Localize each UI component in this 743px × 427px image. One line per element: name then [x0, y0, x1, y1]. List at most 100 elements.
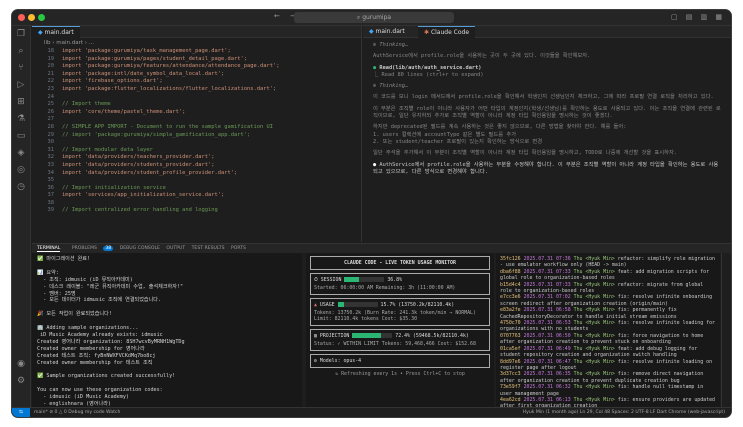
terminal-output[interactable]: ✅ 마이그레이션 완료! 📊 요약: - 조직: idmusic (iD 뮤직아… [32, 253, 302, 409]
extensions-icon[interactable]: ⊞ [12, 94, 30, 111]
code-line[interactable]: 39 // Import centralized error handling a… [32, 207, 361, 215]
monitor-title: CLAUDE CODE - LIVE TOKEN USAGE MONITOR [310, 256, 490, 270]
terminal-list[interactable] [721, 253, 731, 409]
code-line[interactable]: 36 // Import initialization service [32, 185, 361, 193]
code-line[interactable]: 37 import 'services/app_initialization_se… [32, 192, 361, 200]
close-window-button[interactable] [18, 14, 25, 21]
commit-author: Thu <Hyuk Min> [573, 396, 618, 403]
tab-problems[interactable]: PROBLEMS 38 [67, 246, 114, 251]
gear-icon[interactable]: ⚙ [12, 373, 30, 390]
code-line[interactable]: 32 import 'data/providers/teachers_provid… [32, 154, 361, 162]
code-line[interactable]: 18 import 'package:gurumiya/task_manageme… [32, 48, 361, 56]
status-right[interactable]: Hyuk Min (1 month ago) Ln 29, Col 48 Spa… [523, 408, 725, 417]
line-number: 22 [47, 78, 55, 85]
testing-icon[interactable]: ⚗ [12, 111, 30, 128]
monitor-footer: ↻ Refreshing every 1s • Press Ctrl+C to … [335, 371, 465, 377]
code-line[interactable]: 23 import 'package:flutter_localizations/… [32, 86, 361, 94]
code-line[interactable]: 25 // Import theme [32, 101, 361, 109]
assistant-message-text: AuthService에서 profile.role을 사용하는 부분을 수정해… [373, 161, 719, 175]
usage-row: ▲ USAGE 15.7% (13750.2k/82110.4k) [314, 302, 486, 308]
tool-call: ● Read(lib/auth/auth_service.dart) ⎿ Rea… [373, 64, 484, 78]
code-line[interactable]: 29 // import 'package:gurumiya/simple_gam… [32, 132, 361, 140]
line-number: 28 [47, 123, 55, 130]
usage-bar-fill [337, 302, 344, 307]
tab-test-results[interactable]: TEST RESULTS [192, 246, 225, 251]
tab-label: main.dart [44, 29, 74, 36]
tab-debug-console[interactable]: DEBUG CONSOLE [120, 246, 160, 251]
tab-label: main.dart [375, 28, 405, 35]
source-control-icon[interactable]: ⑂ [12, 60, 30, 77]
commit-hash: 3d37cc3 [500, 371, 524, 378]
code-line[interactable]: 24 [32, 94, 361, 102]
code-editor[interactable]: 18 import 'package:gurumiya/task_manageme… [32, 48, 361, 215]
session-bar-fill [344, 277, 360, 282]
commit-time: 2025.07.31 06:49 [523, 345, 574, 352]
commit-row: 3d37cc3 2025.07.31 06:35 Thu <Hyuk Min> … [500, 371, 716, 384]
line-number: 33 [47, 161, 55, 168]
code-line[interactable]: 33 import 'data/providers/students_provid… [32, 162, 361, 170]
run-debug-icon[interactable]: ▷ [12, 77, 30, 94]
code-line[interactable]: 35 [32, 177, 361, 185]
line-number: 39 [47, 207, 55, 214]
tab-terminal[interactable]: TERMINAL [37, 246, 61, 252]
line-number: 31 [47, 146, 55, 153]
code-line[interactable]: 27 [32, 116, 361, 124]
code-text: import 'core/theme/pastel_theme.dart'; [62, 108, 186, 115]
tab-main-dart[interactable]: ◆ main.dart [32, 26, 80, 38]
account-icon[interactable]: ◉ [12, 356, 30, 373]
tab-ports[interactable]: PORTS [231, 246, 246, 251]
git-log[interactable]: 35fc126 2025.07.31 07:36 Thu <Hyuk Min> … [496, 253, 720, 409]
tab-claude-code[interactable]: ✱ Claude Code [418, 26, 476, 38]
commit-author: Thu <Hyuk Min> [573, 358, 618, 365]
tool-result[interactable]: ⎿ Read 80 lines (ctrl+r to expand) [373, 72, 484, 78]
chat-transcript: ✻ Thinking… AuthService에서 profile.role을 … [363, 38, 731, 184]
session-bar [344, 277, 385, 282]
commit-hash: 4ea62cd [500, 396, 524, 403]
code-line[interactable]: 21 import 'package:intl/date_symbol_data_… [32, 71, 361, 79]
line-number: 18 [47, 48, 55, 54]
minimize-window-button[interactable] [28, 14, 35, 21]
thinking-indicator: ✻ Thinking… [373, 42, 409, 48]
line-number: 20 [47, 63, 55, 70]
code-text: // Import theme [62, 101, 111, 108]
usage-box: ▲ USAGE 15.7% (13750.2k/82110.4k) Tokens… [310, 298, 490, 326]
commit-author: Thu <Hyuk Min> [573, 371, 618, 378]
breadcrumb[interactable]: lib › main.dart › ... [32, 38, 361, 48]
usage-bar [337, 302, 378, 307]
remote-indicator[interactable]: ⇆ [12, 408, 30, 417]
tab-main-dart-right[interactable]: ◆ main.dart [363, 26, 411, 38]
code-line[interactable]: 34 import 'data/providers/student_profile… [32, 170, 361, 178]
docker-icon[interactable]: ◈ [12, 145, 30, 162]
commit-author: Thu <Hyuk Min> [573, 332, 618, 339]
remote-icon[interactable]: ▭ [12, 128, 30, 145]
code-line[interactable]: 26 import 'core/theme/pastel_theme.dart'; [32, 109, 361, 117]
code-line[interactable]: 22 import 'firebase_options.dart'; [32, 78, 361, 86]
maximize-window-button[interactable] [38, 14, 45, 21]
commit-row: 73e59f7 2025.07.31 06:32 Thu <Hyuk Min> … [500, 384, 716, 397]
tab-output[interactable]: OUTPUT [166, 246, 185, 251]
layout-icons[interactable]: ▢ ▤ ▥ ▦ [671, 13, 725, 21]
timeline-icon[interactable]: ◷ [12, 179, 30, 196]
code-text: import 'package:gurumiya/features/attend… [62, 63, 280, 70]
line-number: 32 [47, 154, 55, 161]
status-left[interactable]: main* ⊘ 0 △ 0 Debug my code Watch [34, 408, 120, 417]
command-center-search[interactable]: ⌕ gurumipa [294, 12, 454, 23]
code-line[interactable]: 28 // SIMPLE APP IMPORT - Document to run… [32, 124, 361, 132]
code-text: import 'package:gurumiya/task_management… [62, 48, 231, 54]
code-line[interactable]: 30 [32, 139, 361, 147]
commit-author: Thu <Hyuk Min> [573, 256, 618, 262]
explorer-icon[interactable]: ❐ [12, 26, 30, 43]
code-line[interactable]: 20 import 'package:gurumiya/features/atte… [32, 63, 361, 71]
code-line[interactable]: 19 import 'package:gurumiya/pages/student… [32, 56, 361, 64]
session-pct: 36.8% [387, 277, 403, 283]
thinking-indicator-2: ✻ Thinking… [373, 83, 409, 90]
commit-time: 2025.07.31 06:50 [523, 332, 574, 339]
commit-row: 8dd97e6 2025.07.31 06:47 Thu <Hyuk Min> … [500, 359, 716, 372]
line-number: 29 [47, 131, 55, 138]
code-text: // Import centralized error handling and… [62, 207, 218, 214]
chat-icon[interactable]: ◎ [12, 162, 30, 179]
code-line[interactable]: 38 [32, 200, 361, 208]
code-line[interactable]: 31 // Import modular data layer [32, 147, 361, 155]
usage-pct: 15.7% (13750.2k/82110.4k) [380, 302, 455, 308]
search-icon[interactable]: ⌕ [12, 43, 30, 60]
